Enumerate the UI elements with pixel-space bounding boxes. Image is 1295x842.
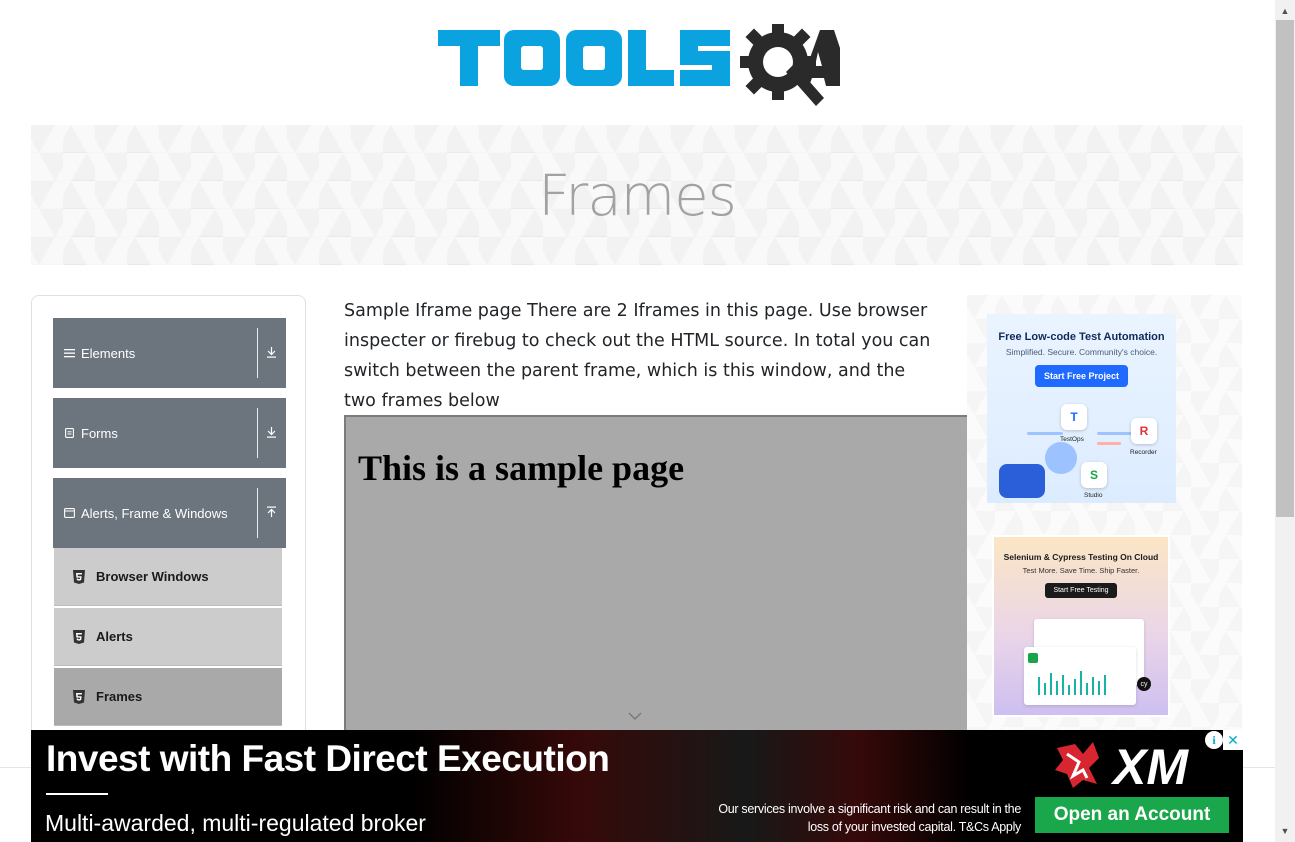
scroll-down-arrow-icon[interactable]: ▼ xyxy=(1275,822,1295,840)
bottom-banner-ad[interactable]: Invest with Fast Direct Execution Multi-… xyxy=(31,730,1243,842)
sidebar-item-label: Browser Windows xyxy=(96,569,209,584)
right-ad-column: Free Low-code Test Automation Simplified… xyxy=(967,295,1242,735)
window-icon xyxy=(63,507,75,519)
sidebar-group-label: Forms xyxy=(81,425,118,441)
ad-title: Free Low-code Test Automation xyxy=(998,331,1165,343)
html5-icon xyxy=(73,689,85,704)
sidebar-group-alerts-frame-windows[interactable]: Alerts, Frame & Windows xyxy=(53,478,286,548)
intro-text: Sample Iframe page There are 2 Iframes i… xyxy=(344,301,931,411)
xm-logo: XM xyxy=(1055,740,1189,790)
testops-icon: T xyxy=(1061,404,1087,430)
decoration-bar xyxy=(1027,432,1063,435)
sidebar-item-alerts[interactable]: Alerts xyxy=(54,608,282,666)
ad-label: Recorder xyxy=(1130,449,1157,456)
sidebar: Elements Forms Alerts, Frame & Windows B… xyxy=(31,295,306,765)
start-free-project-button[interactable]: Start Free Project xyxy=(1034,365,1129,387)
divider xyxy=(46,793,108,795)
sidebar-item-label: Alerts xyxy=(96,629,133,644)
close-icon[interactable]: ✕ xyxy=(1223,730,1243,750)
sidebar-item-label: Frames xyxy=(96,689,143,704)
ad-subtitle: Test More. Save Time. Ship Faster. xyxy=(1022,566,1140,575)
bar-graph-illustration xyxy=(1028,653,1106,695)
expand-arrow-icon[interactable] xyxy=(266,426,277,440)
expand-arrow-icon[interactable] xyxy=(266,346,277,360)
ad-subtitle: Simplified. Secure. Community's choice. xyxy=(1005,347,1158,357)
decoration-bar xyxy=(1097,432,1133,435)
ad-title: Selenium & Cypress Testing On Cloud xyxy=(1003,552,1159,562)
robot-arm-illustration xyxy=(999,464,1045,498)
page-banner: Frames xyxy=(31,125,1243,265)
html5-icon xyxy=(73,569,85,584)
ad-headline: Invest with Fast Direct Execution xyxy=(46,738,610,779)
open-account-button[interactable]: Open an Account xyxy=(1035,797,1229,833)
divider xyxy=(257,408,258,458)
cypress-logo: cy xyxy=(1137,677,1151,691)
risk-disclaimer: Our services involve a significant risk … xyxy=(631,800,1021,836)
ad-label: Studio xyxy=(1084,492,1103,499)
ad-subline: Multi-awarded, multi-regulated broker xyxy=(45,810,426,836)
sidebar-group-forms[interactable]: Forms xyxy=(53,398,286,468)
katalon-ad[interactable]: Free Low-code Test Automation Simplified… xyxy=(987,314,1176,503)
document-icon xyxy=(63,427,75,439)
divider xyxy=(257,328,258,378)
svg-text:XM: XM xyxy=(1110,740,1189,790)
sidebar-item-browser-windows[interactable]: Browser Windows xyxy=(54,548,282,606)
scroll-up-arrow-icon[interactable]: ▲ xyxy=(1275,2,1295,20)
start-free-testing-button[interactable]: Start Free Testing xyxy=(1045,583,1117,598)
sidebar-item-frames[interactable]: Frames xyxy=(54,668,282,726)
page-scrollbar[interactable]: ▲ ▼ xyxy=(1275,0,1295,842)
frame-heading: This is a sample page xyxy=(358,448,685,488)
page-title: Frames xyxy=(538,163,737,229)
ad-info-icon[interactable]: i xyxy=(1205,731,1223,749)
collapse-arrow-icon[interactable] xyxy=(266,506,277,520)
studio-icon: S xyxy=(1081,462,1107,488)
sidebar-group-label: Elements xyxy=(81,345,136,361)
decoration-bar xyxy=(1097,442,1121,445)
toolsqa-logo[interactable] xyxy=(438,18,840,114)
html5-icon xyxy=(73,629,85,644)
divider xyxy=(257,488,258,538)
hamburger-icon xyxy=(63,347,75,359)
risk-line: loss of your invested capital. T&Cs Appl… xyxy=(807,820,1022,834)
dashboard-card xyxy=(1024,647,1136,705)
lambdatest-ad[interactable]: Selenium & Cypress Testing On Cloud Test… xyxy=(992,535,1170,717)
chevron-down-icon xyxy=(628,712,642,720)
recorder-icon: R xyxy=(1131,418,1157,444)
risk-line: Our services involve a significant risk … xyxy=(718,802,1021,816)
decoration-circle xyxy=(1045,442,1077,474)
scrollbar-thumb[interactable] xyxy=(1276,20,1294,517)
sidebar-group-elements[interactable]: Elements xyxy=(53,318,286,388)
iframe-frame1[interactable]: This is a sample page xyxy=(344,415,968,745)
sidebar-group-label: Alerts, Frame & Windows xyxy=(81,505,228,521)
